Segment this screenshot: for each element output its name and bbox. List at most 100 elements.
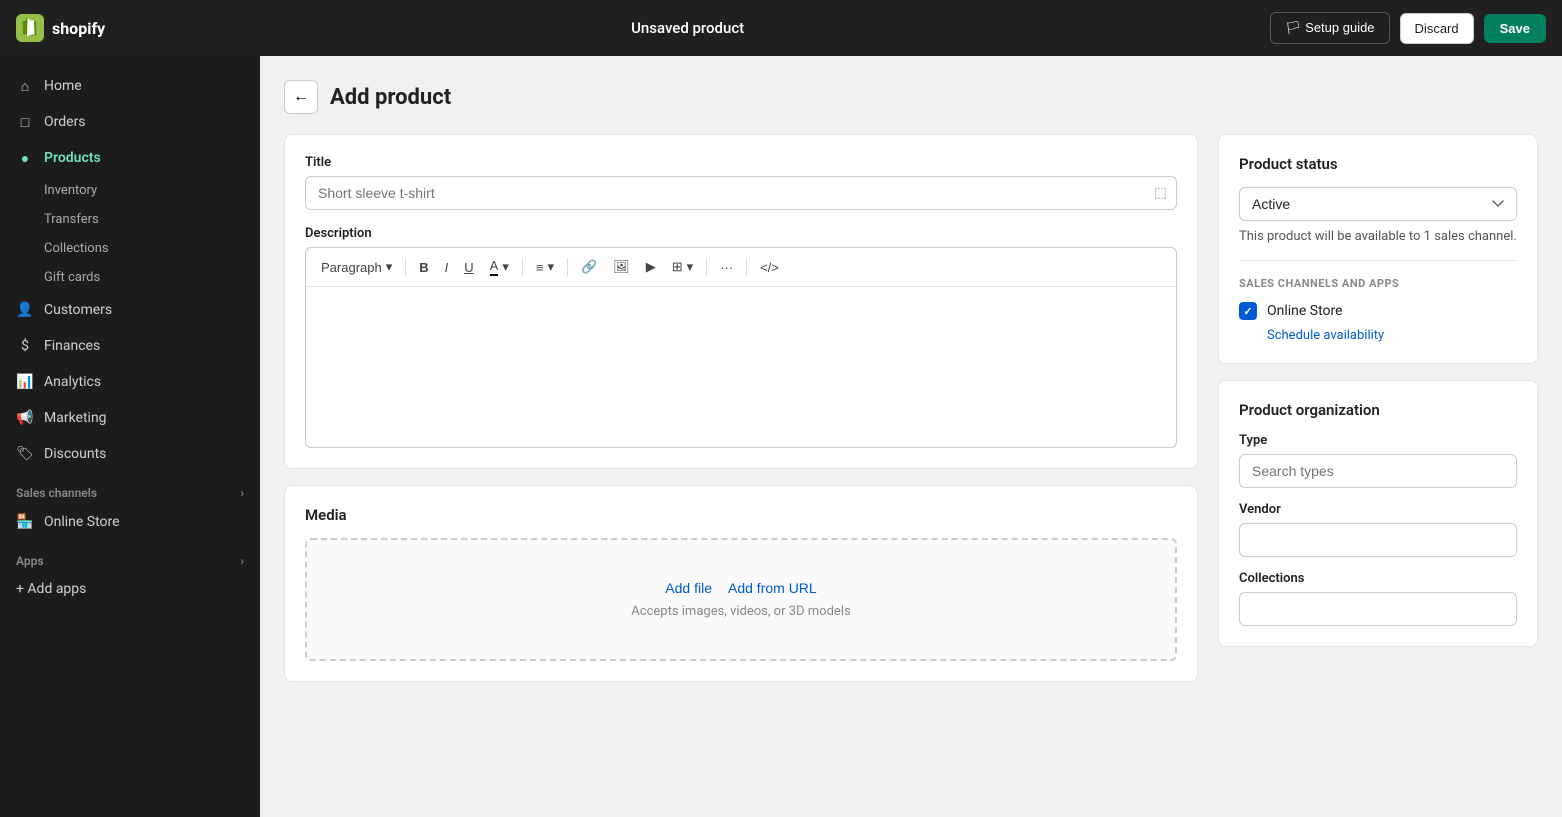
status-hint: This product will be available to 1 sale… [1239, 229, 1517, 244]
vendor-field: Vendor [1239, 502, 1517, 557]
bold-button[interactable]: B [412, 256, 435, 279]
sidebar-item-label-customers: Customers [44, 302, 112, 318]
collections-field: Collections [1239, 571, 1517, 626]
sidebar-sub-item-gift-cards[interactable]: Gift cards [0, 263, 260, 292]
logo: shopify [16, 14, 105, 42]
online-store-checkbox[interactable] [1239, 302, 1257, 320]
media-dropzone[interactable]: Add file Add from URL Accepts images, vi… [305, 538, 1177, 661]
table-dropdown[interactable]: ⊞ ▾ [665, 255, 700, 279]
description-label: Description [305, 226, 1177, 241]
product-status-title: Product status [1239, 155, 1517, 173]
description-editor: Paragraph ▾ B I U A ▾ [305, 247, 1177, 448]
vendor-label: Vendor [1239, 502, 1517, 517]
back-button[interactable]: ← [284, 80, 318, 114]
sidebar-item-label-analytics: Analytics [44, 374, 101, 390]
sidebar-item-products[interactable]: ● Products [0, 140, 260, 176]
sidebar-item-label-finances: Finances [44, 338, 100, 354]
toolbar-sep-4 [706, 258, 707, 276]
customers-icon: 👤 [16, 301, 34, 319]
media-title: Media [305, 506, 1177, 524]
underline-button[interactable]: U [457, 256, 480, 279]
back-icon: ← [293, 88, 309, 106]
schedule-availability-link[interactable]: Schedule availability [1239, 328, 1517, 343]
sidebar-sub-item-transfers[interactable]: Transfers [0, 205, 260, 234]
toolbar-sep-5 [746, 258, 747, 276]
link-button[interactable]: 🔗 [574, 255, 604, 279]
editor-toolbar: Paragraph ▾ B I U A ▾ [306, 248, 1176, 287]
status-select[interactable]: Active Draft [1239, 187, 1517, 221]
topbar: shopify Unsaved product 🏳 Setup guide Di… [0, 0, 1562, 56]
sidebar-item-discounts[interactable]: 🏷 Discounts [0, 436, 260, 472]
toolbar-sep-3 [567, 258, 568, 276]
orders-icon: □ [16, 113, 34, 131]
channel-row-online-store: Online Store [1239, 302, 1517, 320]
product-organization-title: Product organization [1239, 401, 1517, 419]
text-color-icon: A [490, 258, 499, 276]
topbar-actions: 🏳 Setup guide Discard Save [1270, 12, 1546, 44]
apps-chevron[interactable]: › [240, 554, 244, 568]
sales-channels-chevron[interactable]: › [240, 486, 244, 500]
title-input-icon: ⬚ [1154, 185, 1167, 201]
sidebar-sub-item-collections[interactable]: Collections [0, 234, 260, 263]
description-body[interactable] [306, 287, 1176, 447]
products-icon: ● [16, 149, 34, 167]
toolbar-sep-2 [522, 258, 523, 276]
title-input[interactable] [305, 176, 1177, 210]
paragraph-dropdown[interactable]: Paragraph ▾ [314, 255, 399, 279]
sidebar-item-customers[interactable]: 👤 Customers [0, 292, 260, 328]
sidebar-item-home[interactable]: ⌂ Home [0, 68, 260, 104]
product-details-card: Title ⬚ Description Paragraph ▾ [284, 134, 1198, 469]
toolbar-sep-1 [405, 258, 406, 276]
discard-button[interactable]: Discard [1400, 13, 1474, 44]
code-button[interactable]: </> [753, 256, 786, 279]
title-field-wrapper: ⬚ [305, 176, 1177, 210]
main-content: ← Add product Title ⬚ Description [260, 56, 1562, 817]
sidebar-item-analytics[interactable]: 📊 Analytics [0, 364, 260, 400]
collections-label: Collections [1239, 571, 1517, 586]
text-color-dropdown[interactable]: A ▾ [483, 254, 516, 280]
setup-guide-button[interactable]: 🏳 Setup guide [1270, 12, 1390, 44]
sidebar-sub-item-inventory[interactable]: Inventory [0, 176, 260, 205]
vendor-input[interactable] [1239, 523, 1517, 557]
product-status-card: Product status Active Draft This product… [1218, 134, 1538, 364]
add-file-button[interactable]: Add file [665, 580, 712, 596]
sidebar-item-label-marketing: Marketing [44, 410, 107, 426]
page-subtitle: Unsaved product [631, 19, 744, 37]
sidebar-item-add-apps[interactable]: + Add apps [0, 572, 260, 606]
content-grid: Title ⬚ Description Paragraph ▾ [284, 134, 1538, 682]
media-links: Add file Add from URL [327, 580, 1155, 596]
content-side: Product status Active Draft This product… [1218, 134, 1538, 647]
table-icon: ⊞ [672, 259, 683, 275]
align-dropdown[interactable]: ≡ ▾ [529, 255, 561, 279]
product-organization-card: Product organization Type Vendor Collect… [1218, 380, 1538, 647]
discounts-icon: 🏷 [16, 445, 34, 463]
sidebar-item-label-add-apps: + Add apps [16, 581, 86, 597]
add-url-button[interactable]: Add from URL [728, 580, 817, 596]
media-card: Media Add file Add from URL Accepts imag… [284, 485, 1198, 682]
type-input[interactable] [1239, 454, 1517, 488]
online-store-icon: 🏪 [16, 513, 34, 531]
page-header: ← Add product [284, 80, 1538, 114]
sidebar-item-finances[interactable]: $ Finances [0, 328, 260, 364]
sidebar-item-orders[interactable]: □ Orders [0, 104, 260, 140]
save-button[interactable]: Save [1484, 14, 1546, 43]
channels-section-label: SALES CHANNELS AND APPS [1239, 277, 1517, 290]
page-title: Add product [330, 85, 451, 110]
more-button[interactable]: ··· [713, 256, 740, 279]
align-icon: ≡ [536, 260, 544, 275]
image-button[interactable]: 🖼 [606, 255, 637, 279]
logo-text: shopify [52, 19, 105, 38]
content-main: Title ⬚ Description Paragraph ▾ [284, 134, 1198, 682]
sidebar-item-marketing[interactable]: 📢 Marketing [0, 400, 260, 436]
sidebar-item-online-store[interactable]: 🏪 Online Store [0, 504, 260, 540]
finances-icon: $ [16, 337, 34, 355]
home-icon: ⌂ [16, 77, 34, 95]
collections-input[interactable] [1239, 592, 1517, 626]
sales-channels-section: Sales channels › [0, 472, 260, 504]
video-button[interactable]: ▶ [639, 255, 663, 279]
italic-button[interactable]: I [438, 256, 456, 279]
online-store-label: Online Store [1267, 303, 1343, 319]
paragraph-dropdown-icon: ▾ [386, 259, 393, 275]
sidebar-item-label-online-store: Online Store [44, 514, 120, 530]
sidebar-item-label-products: Products [44, 150, 101, 166]
